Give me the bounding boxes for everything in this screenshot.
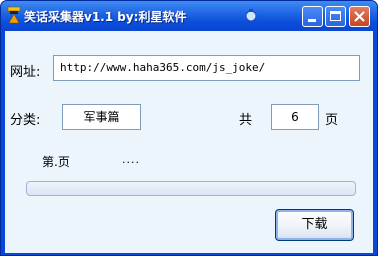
pages-field[interactable]: 6 (271, 104, 319, 130)
minimize-icon (308, 19, 316, 22)
category-field[interactable]: 军事篇 (62, 104, 141, 130)
close-button[interactable] (349, 6, 370, 27)
title-bar[interactable]: 笑话采集器v1.1 by:利星软件 (1, 1, 377, 31)
close-icon (354, 11, 365, 22)
url-label: 网址: (10, 65, 41, 80)
page-status-label: 第.页 (42, 155, 70, 169)
app-window: 笑话采集器v1.1 by:利星软件 网址: http://www.haha365… (0, 0, 378, 256)
page-status-dots: .... (122, 153, 140, 166)
download-button[interactable]: 下载 (275, 209, 354, 241)
minimize-button[interactable] (302, 6, 323, 27)
progress-bar (26, 181, 356, 196)
tray-icon[interactable] (244, 8, 258, 22)
url-input[interactable]: http://www.haha365.com/js_joke/ (53, 55, 360, 81)
app-icon (7, 6, 21, 24)
client-area: 网址: http://www.haha365.com/js_joke/ 分类: … (5, 31, 373, 253)
pages-unit-label: 页 (325, 113, 339, 128)
maximize-icon (330, 11, 341, 21)
window-title: 笑话采集器v1.1 by:利星软件 (24, 10, 187, 24)
maximize-button[interactable] (325, 6, 346, 27)
category-label: 分类: (10, 113, 41, 128)
total-label: 共 (239, 113, 253, 128)
